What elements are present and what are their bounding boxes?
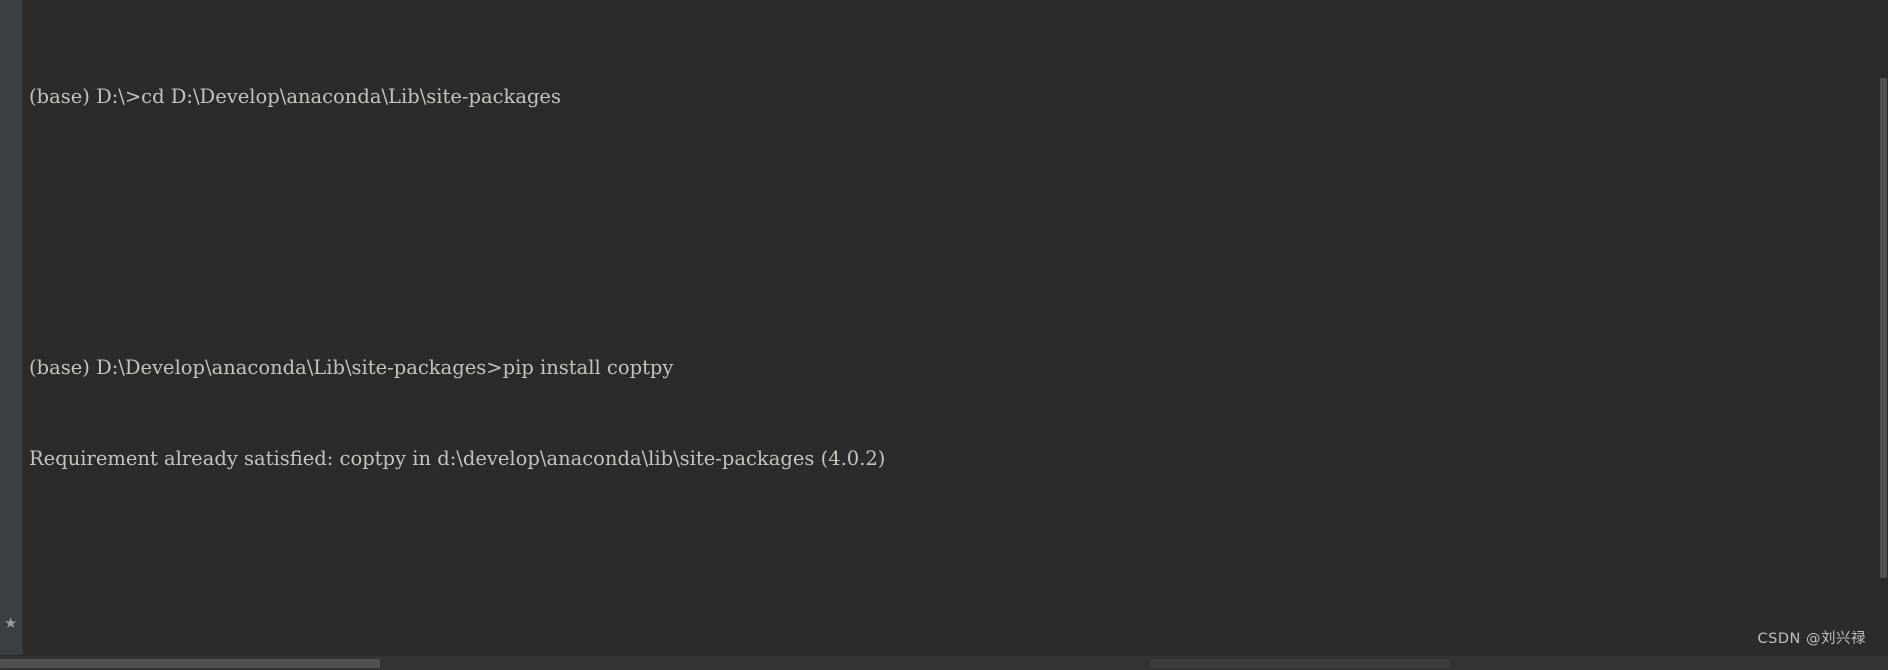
vertical-scrollbar-track[interactable] xyxy=(1879,0,1888,648)
watermark-text: CSDN @刘兴禄 xyxy=(1757,631,1866,647)
horizontal-scrollbar-thumb[interactable] xyxy=(0,659,380,668)
terminal-lines: (base) D:\>cd D:\Develop\anaconda\Lib\si… xyxy=(23,0,1879,648)
terminal-line: (base) D:\>cd D:\Develop\anaconda\Lib\si… xyxy=(29,84,561,108)
star-icon: ★ xyxy=(4,614,18,632)
sidebar-item-favorites[interactable]: 2: Favorites ★ xyxy=(0,507,23,637)
terminal-line-command: (base) D:\Develop\anaconda\Lib\site-pack… xyxy=(29,356,674,380)
scrollbar-corner xyxy=(0,648,23,655)
left-tool-strip: 2: Favorites ★ ▲ xyxy=(0,0,23,670)
horizontal-scrollbar-track[interactable] xyxy=(0,655,1888,670)
horizontal-scrollbar-thumb-secondary[interactable] xyxy=(1150,659,1450,668)
terminal-window: 2: Favorites ★ ▲ (base) D:\>cd D:\Develo… xyxy=(0,0,1888,670)
terminal-output-pane[interactable]: (base) D:\>cd D:\Develop\anaconda\Lib\si… xyxy=(23,0,1879,648)
terminal-line: Requirement already satisfied: coptpy in… xyxy=(29,446,886,470)
vertical-scrollbar-thumb[interactable] xyxy=(1880,78,1887,578)
